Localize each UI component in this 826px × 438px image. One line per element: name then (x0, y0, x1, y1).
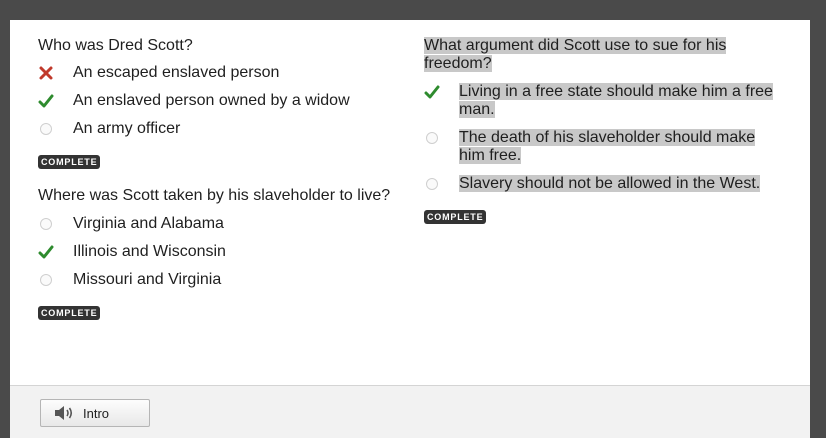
question-line: What argument did Scott use to sue for h… (424, 37, 727, 54)
q1-option-2[interactable]: An enslaved person owned by a widow (38, 92, 408, 110)
option-line: The death of his slaveholder should make (459, 129, 756, 146)
intro-label: Intro (83, 405, 110, 421)
option-line: man. (459, 101, 495, 118)
radio-icon[interactable] (426, 178, 438, 190)
option-line: Living in a free state should make him a… (459, 83, 773, 100)
radio-icon[interactable] (40, 123, 52, 135)
q2-option-2[interactable]: Illinois and Wisconsin (38, 243, 408, 261)
question-3: What argument did Scott use to sue for h… (424, 37, 784, 73)
option-label: Virginia and Alabama (73, 215, 224, 232)
top-bar (0, 0, 826, 20)
option-line: Slavery should not be allowed in the Wes… (459, 175, 761, 192)
q1-option-1[interactable]: An escaped enslaved person (38, 64, 408, 82)
intro-button[interactable]: Intro (40, 399, 150, 427)
complete-badge: COMPLETE (38, 155, 101, 169)
speaker-icon (55, 406, 73, 420)
quiz-panel: Who was Dred Scott? An escaped enslaved … (10, 20, 810, 385)
q3-option-1[interactable]: Living in a free state should make him a… (424, 83, 784, 119)
option-label: Illinois and Wisconsin (73, 243, 226, 260)
option-label: The death of his slaveholder should make… (459, 129, 784, 165)
question-1: Who was Dred Scott? (38, 37, 193, 54)
option-label: Living in a free state should make him a… (459, 83, 784, 119)
option-label: An escaped enslaved person (73, 64, 280, 81)
footer-bar: Intro (10, 385, 810, 438)
q2-option-1[interactable]: Virginia and Alabama (38, 215, 408, 233)
radio-icon[interactable] (40, 218, 52, 230)
option-line: him free. (459, 147, 522, 164)
complete-badge: COMPLETE (38, 306, 101, 320)
left-column: Who was Dred Scott? An escaped enslaved … (38, 37, 408, 321)
right-column: What argument did Scott use to sue for h… (424, 37, 784, 225)
option-label: An army officer (73, 120, 181, 137)
radio-icon[interactable] (426, 132, 438, 144)
check-icon (424, 85, 440, 99)
option-label: An enslaved person owned by a widow (73, 92, 350, 109)
x-icon (39, 66, 53, 80)
check-icon (38, 94, 54, 108)
question-line: freedom? (424, 55, 492, 72)
question-2: Where was Scott taken by his slaveholder… (38, 187, 391, 204)
option-label: Missouri and Virginia (73, 271, 222, 288)
q3-option-2[interactable]: The death of his slaveholder should make… (424, 129, 784, 165)
check-icon (38, 245, 54, 259)
q2-option-3[interactable]: Missouri and Virginia (38, 271, 408, 289)
radio-icon[interactable] (40, 274, 52, 286)
option-label: Slavery should not be allowed in the Wes… (459, 175, 784, 193)
q1-option-3[interactable]: An army officer (38, 120, 408, 138)
q3-option-3[interactable]: Slavery should not be allowed in the Wes… (424, 175, 784, 193)
complete-badge: COMPLETE (424, 210, 487, 224)
